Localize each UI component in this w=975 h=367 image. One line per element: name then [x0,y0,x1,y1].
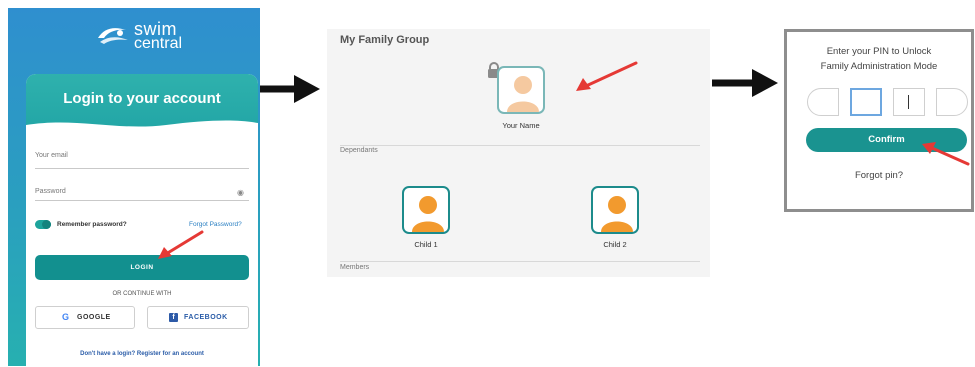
person-avatar-icon [601,196,633,232]
forgot-password-link[interactable]: Forgot Password? [189,221,242,228]
person-avatar-icon [507,76,539,112]
pin-digit-2[interactable] [850,88,882,116]
email-field[interactable] [35,168,249,169]
google-icon: G [62,312,70,322]
login-header: Login to your account [26,74,258,131]
logo-word-central: central [134,35,183,52]
swim-central-logo: swim central [96,18,206,58]
login-card: Login to your account Your email Passwor… [26,74,258,367]
login-screen: swim central Login to your account Your … [8,8,260,367]
annotation-arrow-icon [576,61,638,91]
remember-password-toggle[interactable] [35,220,51,229]
pin-prompt-line-2: Family Administration Mode [820,61,938,72]
annotation-arrow-icon [158,230,204,259]
child-2-name: Child 2 [603,240,627,249]
pin-digit-3[interactable] [893,88,925,116]
child-2-avatar[interactable] [591,186,639,234]
or-continue-label: OR CONTINUE WITH [112,291,172,297]
facebook-icon: f [169,313,178,322]
swim-central-logo-icon [98,28,128,44]
forgot-pin-link[interactable]: Forgot pin? [787,170,971,181]
child-1-name: Child 1 [414,240,438,249]
register-link[interactable]: Don't have a login? Register for an acco… [26,351,258,357]
pin-digit-4[interactable] [936,88,968,116]
google-login-button[interactable]: G GOOGLE [35,306,135,329]
flow-arrow-icon [712,69,778,97]
login-button[interactable]: LOGIN [35,255,249,280]
google-button-label: GOOGLE [77,314,111,321]
email-label: Your email [35,152,68,159]
login-title: Login to your account [63,90,221,107]
password-field[interactable] [35,200,249,201]
family-group-screen: My Family Group Your Name Dependants Chi… [327,29,710,277]
pin-prompt-line-1: Enter your PIN to Unlock [826,46,932,57]
dependants-label: Dependants [340,147,378,154]
facebook-login-button[interactable]: f FACEBOOK [147,306,249,329]
divider [340,145,700,146]
text-cursor [908,95,909,109]
pin-unlock-dialog: Enter your PIN to Unlock Family Administ… [784,29,974,212]
main-member-name: Your Name [502,121,540,130]
header-wave [26,120,258,131]
annotation-arrow-icon [922,142,970,166]
flow-arrow-icon [260,75,320,103]
family-group-title: My Family Group [340,34,430,46]
facebook-button-label: FACEBOOK [184,314,228,321]
child-1-avatar[interactable] [402,186,450,234]
eye-icon[interactable]: ◉ [237,188,244,197]
remember-password-label: Remember password? [57,221,127,228]
password-label: Password [35,188,66,195]
divider [340,261,700,262]
pin-digit-1[interactable] [807,88,839,116]
main-member-avatar[interactable] [497,66,545,114]
pin-prompt: Enter your PIN to Unlock Family Administ… [787,44,971,74]
members-label: Members [340,264,370,271]
person-avatar-icon [412,196,444,232]
